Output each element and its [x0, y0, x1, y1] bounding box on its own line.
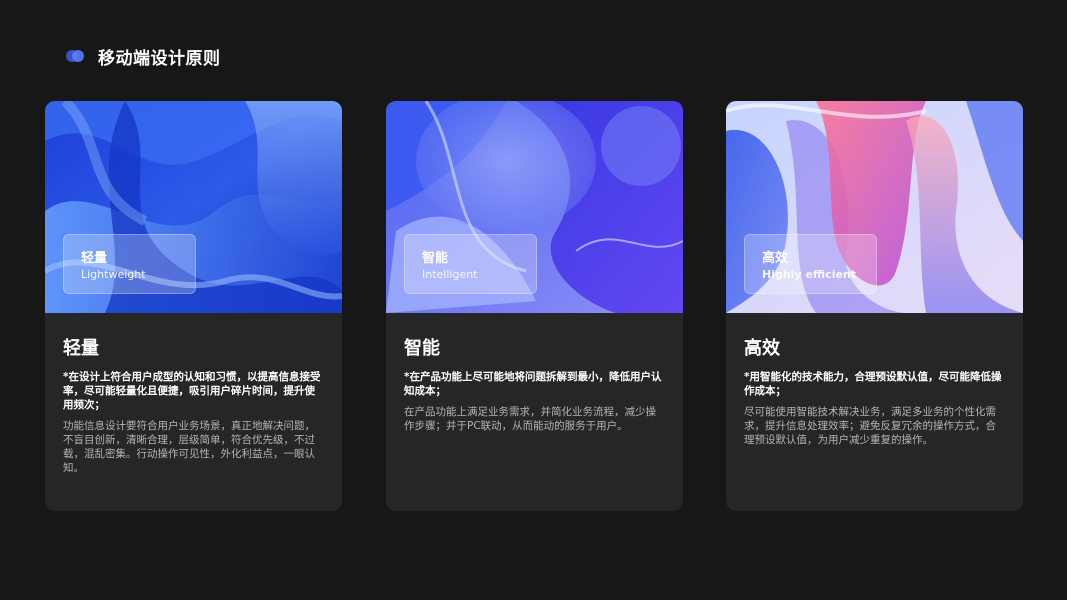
overlay-subtitle: Intelligent	[422, 268, 478, 281]
card-overlay-label: 高效 Highly efficient	[744, 234, 877, 294]
principle-card-intelligent: 智能 Intelligent 智能 *在产品功能上尽可能地将问题拆解到最小，降低…	[386, 101, 683, 511]
page-header: 移动端设计原则	[66, 44, 221, 69]
card-body-text: 功能信息设计要符合用户业务场景，真正地解决问题，不盲目创新，清晰合理，层级简单，…	[63, 420, 315, 474]
card-body-text: 在产品功能上满足业务需求，并简化业务流程，减少操作步骤；并于PC联动，从而能动的…	[404, 406, 656, 432]
overlay-subtitle: Highly efficient	[762, 268, 857, 281]
card-title: 智能	[404, 338, 440, 359]
card-overlay-label: 智能 Intelligent	[404, 234, 537, 294]
card-overlay-label: 轻量 Lightweight	[63, 234, 196, 294]
card-title: 高效	[744, 338, 780, 359]
card-cover-image: 智能 Intelligent	[386, 101, 683, 313]
card-lead-text: *在设计上符合用户成型的认知和习惯，以提高信息接受率，尽可能轻量化且便捷，吸引用…	[63, 371, 321, 411]
card-lead-text: *在产品功能上尽可能地将问题拆解到最小，降低用户认知成本；	[404, 371, 662, 397]
card-lead-text: *用智能化的技术能力，合理预设默认值，尽可能降低操作成本；	[744, 371, 1002, 397]
card-cover-image: 轻量 Lightweight	[45, 101, 342, 313]
principle-card-efficient: 高效 Highly efficient 高效 *用智能化的技术能力，合理预设默认…	[726, 101, 1023, 511]
principle-card-lightweight: 轻量 Lightweight 轻量 *在设计上符合用户成型的认知和习惯，以提高信…	[45, 101, 342, 511]
page-title: 移动端设计原则	[98, 48, 221, 69]
card-title: 轻量	[63, 338, 99, 359]
card-body-text: 尽可能使用智能技术解决业务，满足多业务的个性化需求，提升信息处理效率；避免反复冗…	[744, 406, 996, 446]
logo-icon	[66, 50, 84, 62]
overlay-title: 轻量	[81, 251, 108, 266]
overlay-title: 智能	[422, 251, 449, 266]
overlay-subtitle: Lightweight	[81, 268, 146, 281]
card-cover-image: 高效 Highly efficient	[726, 101, 1023, 313]
overlay-title: 高效	[762, 251, 789, 266]
